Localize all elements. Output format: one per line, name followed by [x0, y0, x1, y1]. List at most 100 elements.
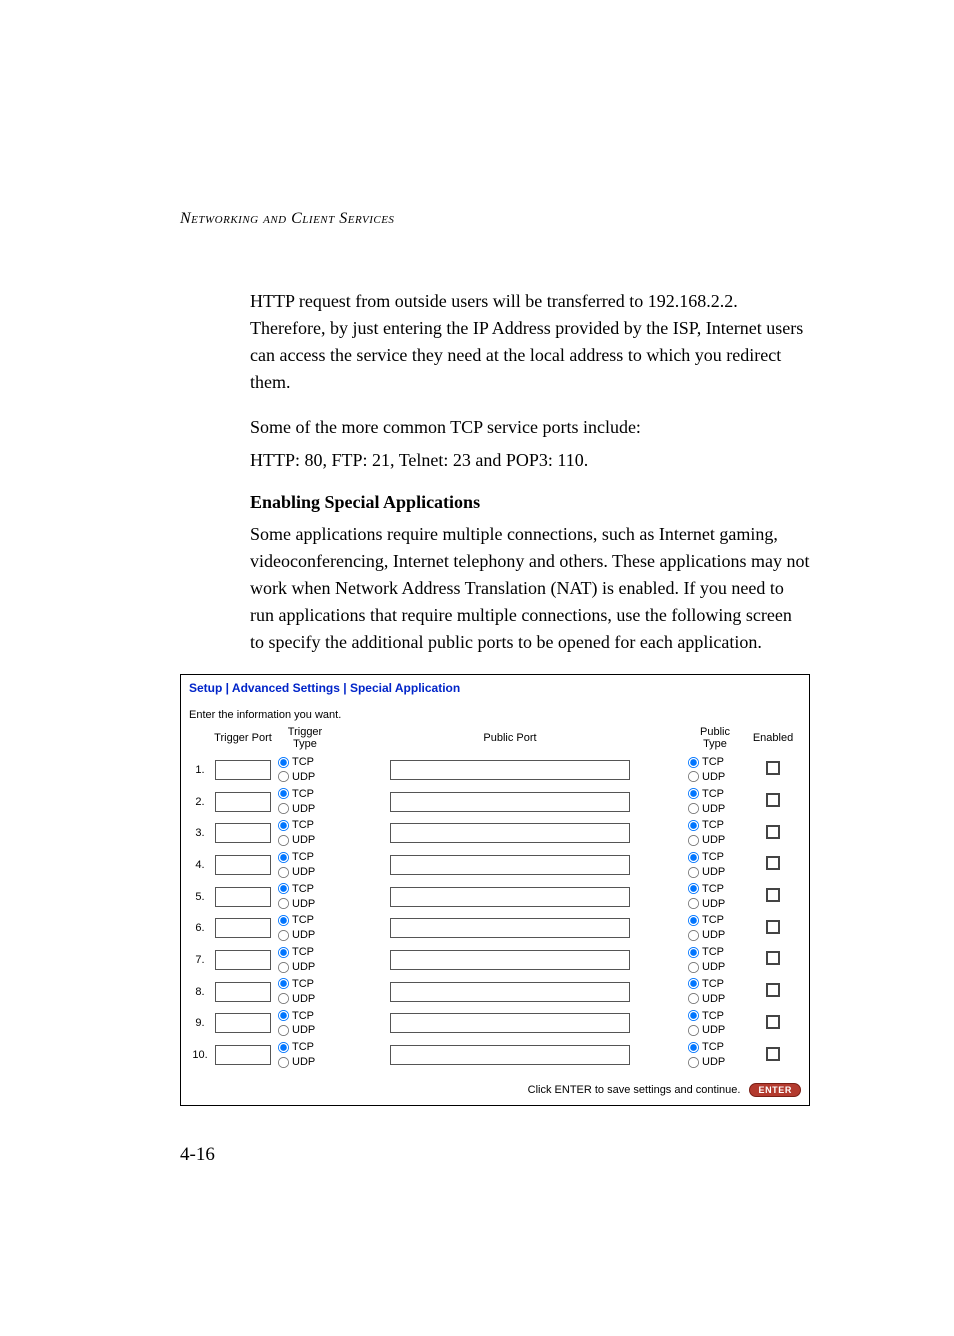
trigger-type-udp-label[interactable]: UDP [277, 770, 333, 785]
public-port-input[interactable] [390, 855, 630, 875]
public-port-input[interactable] [390, 918, 630, 938]
public-type-udp-radio[interactable] [688, 962, 699, 973]
enabled-checkbox[interactable] [766, 1015, 780, 1029]
public-type-udp-label[interactable]: UDP [687, 802, 743, 817]
trigger-type-udp-radio[interactable] [278, 993, 289, 1004]
public-type-tcp-radio[interactable] [688, 1042, 699, 1053]
public-type-udp-radio[interactable] [688, 930, 699, 941]
public-type-tcp-radio[interactable] [688, 947, 699, 958]
trigger-type-tcp-label[interactable]: TCP [277, 818, 333, 833]
trigger-type-tcp-radio[interactable] [278, 788, 289, 799]
trigger-port-input[interactable] [215, 1013, 271, 1033]
trigger-type-udp-label[interactable]: UDP [277, 960, 333, 975]
public-type-tcp-radio[interactable] [688, 820, 699, 831]
public-type-tcp-label[interactable]: TCP [687, 755, 743, 770]
public-type-udp-label[interactable]: UDP [687, 1023, 743, 1038]
trigger-type-tcp-radio[interactable] [278, 883, 289, 894]
trigger-port-input[interactable] [215, 950, 271, 970]
trigger-type-udp-radio[interactable] [278, 866, 289, 877]
enabled-checkbox[interactable] [766, 951, 780, 965]
trigger-port-input[interactable] [215, 823, 271, 843]
public-type-tcp-label[interactable]: TCP [687, 1009, 743, 1024]
trigger-type-tcp-label[interactable]: TCP [277, 1040, 333, 1055]
trigger-type-udp-label[interactable]: UDP [277, 897, 333, 912]
trigger-type-udp-label[interactable]: UDP [277, 1023, 333, 1038]
trigger-type-tcp-label[interactable]: TCP [277, 787, 333, 802]
public-type-udp-radio[interactable] [688, 1025, 699, 1036]
trigger-port-input[interactable] [215, 918, 271, 938]
enabled-checkbox[interactable] [766, 1047, 780, 1061]
enabled-checkbox[interactable] [766, 920, 780, 934]
public-type-tcp-label[interactable]: TCP [687, 818, 743, 833]
trigger-type-tcp-radio[interactable] [278, 915, 289, 926]
enabled-checkbox[interactable] [766, 793, 780, 807]
public-port-input[interactable] [390, 792, 630, 812]
public-type-tcp-label[interactable]: TCP [687, 882, 743, 897]
public-type-tcp-radio[interactable] [688, 788, 699, 799]
public-type-udp-radio[interactable] [688, 771, 699, 782]
trigger-type-udp-radio[interactable] [278, 962, 289, 973]
trigger-type-tcp-radio[interactable] [278, 1042, 289, 1053]
public-type-udp-label[interactable]: UDP [687, 1055, 743, 1070]
public-type-tcp-label[interactable]: TCP [687, 850, 743, 865]
public-type-udp-label[interactable]: UDP [687, 865, 743, 880]
trigger-type-tcp-label[interactable]: TCP [277, 850, 333, 865]
public-type-tcp-radio[interactable] [688, 757, 699, 768]
public-type-tcp-radio[interactable] [688, 883, 699, 894]
trigger-port-input[interactable] [215, 1045, 271, 1065]
public-type-udp-label[interactable]: UDP [687, 928, 743, 943]
public-type-tcp-label[interactable]: TCP [687, 945, 743, 960]
public-type-udp-label[interactable]: UDP [687, 770, 743, 785]
trigger-port-input[interactable] [215, 855, 271, 875]
public-type-tcp-label[interactable]: TCP [687, 977, 743, 992]
trigger-type-tcp-label[interactable]: TCP [277, 977, 333, 992]
public-type-udp-radio[interactable] [688, 898, 699, 909]
enter-button[interactable]: ENTER [749, 1083, 801, 1097]
public-type-tcp-label[interactable]: TCP [687, 913, 743, 928]
public-port-input[interactable] [390, 887, 630, 907]
trigger-port-input[interactable] [215, 792, 271, 812]
public-type-tcp-radio[interactable] [688, 978, 699, 989]
trigger-port-input[interactable] [215, 760, 271, 780]
enabled-checkbox[interactable] [766, 983, 780, 997]
trigger-type-udp-radio[interactable] [278, 898, 289, 909]
trigger-port-input[interactable] [215, 887, 271, 907]
public-type-udp-radio[interactable] [688, 993, 699, 1004]
trigger-type-tcp-radio[interactable] [278, 1010, 289, 1021]
public-type-udp-radio[interactable] [688, 803, 699, 814]
trigger-type-udp-label[interactable]: UDP [277, 865, 333, 880]
public-port-input[interactable] [390, 823, 630, 843]
public-type-udp-label[interactable]: UDP [687, 992, 743, 1007]
trigger-type-udp-radio[interactable] [278, 803, 289, 814]
trigger-type-tcp-label[interactable]: TCP [277, 945, 333, 960]
trigger-type-udp-radio[interactable] [278, 1057, 289, 1068]
trigger-type-tcp-radio[interactable] [278, 978, 289, 989]
public-type-udp-radio[interactable] [688, 1057, 699, 1068]
trigger-type-tcp-label[interactable]: TCP [277, 1009, 333, 1024]
public-port-input[interactable] [390, 1013, 630, 1033]
public-port-input[interactable] [390, 1045, 630, 1065]
trigger-type-tcp-radio[interactable] [278, 852, 289, 863]
trigger-type-udp-radio[interactable] [278, 835, 289, 846]
public-port-input[interactable] [390, 950, 630, 970]
public-port-input[interactable] [390, 760, 630, 780]
trigger-type-tcp-radio[interactable] [278, 757, 289, 768]
public-type-tcp-radio[interactable] [688, 852, 699, 863]
trigger-type-tcp-label[interactable]: TCP [277, 755, 333, 770]
trigger-type-udp-radio[interactable] [278, 930, 289, 941]
trigger-type-udp-label[interactable]: UDP [277, 802, 333, 817]
trigger-type-udp-label[interactable]: UDP [277, 992, 333, 1007]
trigger-type-udp-label[interactable]: UDP [277, 928, 333, 943]
trigger-type-udp-radio[interactable] [278, 771, 289, 782]
enabled-checkbox[interactable] [766, 856, 780, 870]
trigger-type-tcp-label[interactable]: TCP [277, 882, 333, 897]
public-type-udp-label[interactable]: UDP [687, 833, 743, 848]
enabled-checkbox[interactable] [766, 888, 780, 902]
public-type-tcp-radio[interactable] [688, 1010, 699, 1021]
trigger-type-udp-label[interactable]: UDP [277, 1055, 333, 1070]
public-type-tcp-radio[interactable] [688, 915, 699, 926]
trigger-port-input[interactable] [215, 982, 271, 1002]
public-type-udp-radio[interactable] [688, 866, 699, 877]
enabled-checkbox[interactable] [766, 761, 780, 775]
trigger-type-tcp-label[interactable]: TCP [277, 913, 333, 928]
